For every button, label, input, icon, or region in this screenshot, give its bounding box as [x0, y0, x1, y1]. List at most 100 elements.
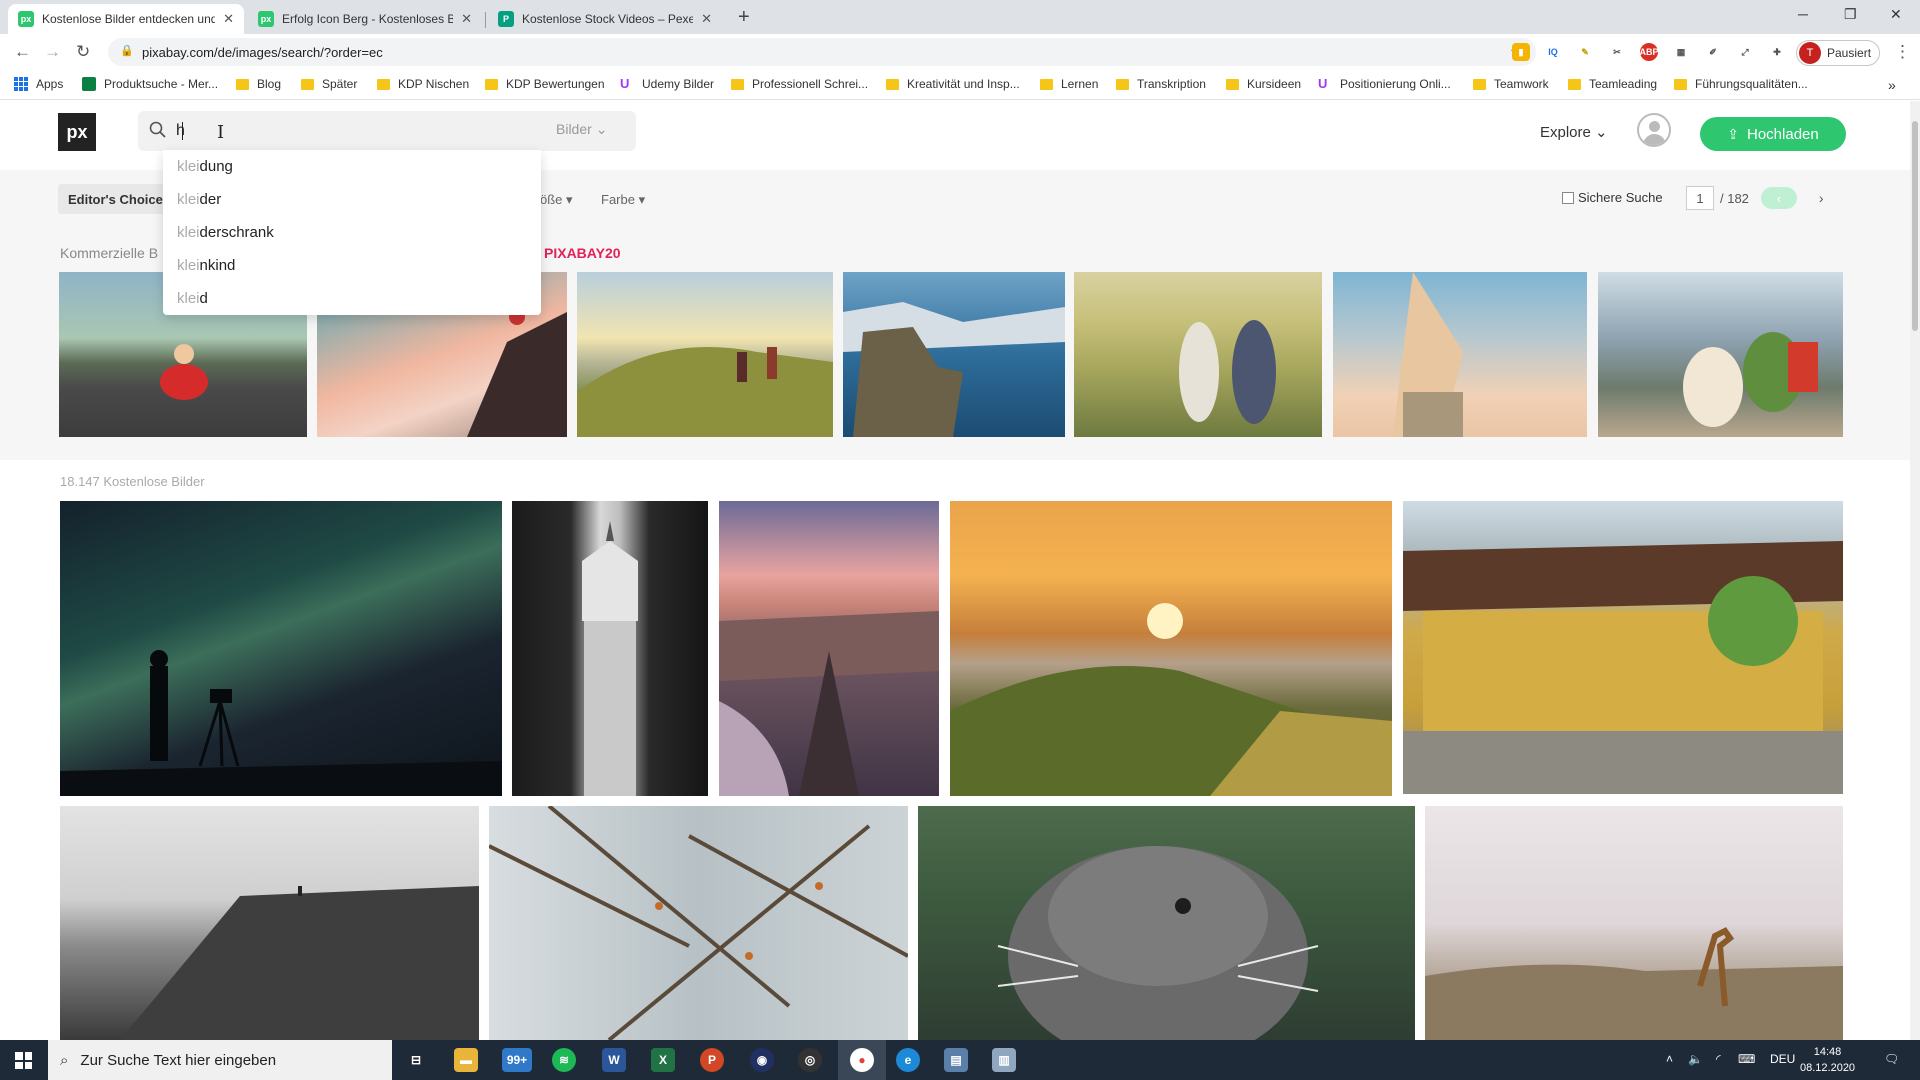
menu-icon[interactable]: ⋮: [1894, 42, 1911, 62]
adblock-icon[interactable]: ABP: [1640, 43, 1659, 61]
suggestion-item[interactable]: klei der: [163, 183, 541, 216]
page-scrollbar[interactable]: [1910, 101, 1920, 1040]
bookmark-blog[interactable]: Blog: [236, 77, 281, 91]
bookmark-kdp-nischen[interactable]: KDP Nischen: [377, 77, 469, 91]
taskbar-search[interactable]: ⌕ Zur Suche Text hier eingeben: [48, 1040, 392, 1080]
sponsored-photo[interactable]: [843, 272, 1065, 437]
restore-icon[interactable]: ❐: [1844, 6, 1857, 23]
obs-icon[interactable]: ◎: [798, 1048, 822, 1072]
coupon-code: PIXABAY20: [544, 245, 621, 261]
safe-search-toggle[interactable]: Sichere Suche: [1562, 190, 1663, 205]
app-icon[interactable]: ◉: [750, 1048, 774, 1072]
close-tab-icon[interactable]: ✕: [701, 11, 712, 27]
fullscreen-icon[interactable]: ⤢: [1736, 43, 1754, 61]
close-tab-icon[interactable]: ✕: [461, 11, 472, 27]
notifications-icon[interactable]: 🗨: [1884, 1052, 1899, 1066]
task-view-icon[interactable]: ⊟: [404, 1048, 428, 1072]
suggestion-item[interactable]: klei nkind: [163, 249, 541, 282]
sponsored-photo[interactable]: [1333, 272, 1587, 437]
user-avatar-icon[interactable]: [1637, 113, 1671, 147]
bookmark-udemy-bilder[interactable]: U Udemy Bilder: [620, 77, 714, 91]
extension-grid-icon[interactable]: ▦: [1672, 43, 1690, 61]
app-window-icon[interactable]: ▤: [944, 1048, 968, 1072]
result-photo[interactable]: [950, 501, 1392, 796]
extensions-puzzle-icon[interactable]: ✚: [1768, 43, 1786, 61]
tab-pixabay-search[interactable]: px Kostenlose Bilder entdecken und ✕: [8, 4, 244, 34]
upload-button[interactable]: ⇪ Hochladen: [1700, 117, 1846, 151]
minimize-icon[interactable]: ─: [1798, 6, 1808, 22]
eyedropper-icon[interactable]: ✐: [1704, 43, 1722, 61]
app-window-icon[interactable]: ▥: [992, 1048, 1016, 1072]
suggestion-item[interactable]: klei dung: [163, 150, 541, 183]
bookmark-teamwork[interactable]: Teamwork: [1473, 77, 1549, 91]
bookmark-kreativitaet[interactable]: Kreativität und Insp...: [886, 77, 1020, 91]
show-hidden-icons[interactable]: ˄: [1666, 1052, 1673, 1066]
size-filter[interactable]: öße ▾: [540, 192, 573, 208]
editors-choice-filter[interactable]: Editor's Choice: [58, 184, 173, 214]
extension-icon[interactable]: ▮: [1512, 43, 1530, 61]
extension-icon[interactable]: ✂: [1608, 43, 1626, 61]
language-indicator[interactable]: DEU: [1770, 1052, 1795, 1066]
bookmark-lernen[interactable]: Lernen: [1040, 77, 1098, 91]
bookmark-transkription[interactable]: Transkription: [1116, 77, 1206, 91]
word-icon[interactable]: W: [602, 1048, 626, 1072]
bookmark-spaeter[interactable]: Später: [301, 77, 357, 91]
result-photo[interactable]: [489, 806, 908, 1040]
result-photo[interactable]: [60, 806, 479, 1040]
system-clock[interactable]: 14:48 08.12.2020: [1800, 1044, 1855, 1076]
windows-start-icon[interactable]: [15, 1052, 32, 1069]
more-bookmarks-icon[interactable]: »: [1888, 77, 1896, 93]
result-photo[interactable]: [1403, 501, 1843, 794]
result-photo[interactable]: [60, 501, 502, 796]
suggestion-item[interactable]: klei d: [163, 282, 541, 315]
address-bar[interactable]: 🔒 pixabay.com/de/images/search/?order=ec…: [108, 38, 1536, 66]
page-input[interactable]: 1: [1686, 186, 1714, 210]
powerpoint-icon[interactable]: P: [700, 1048, 724, 1072]
previous-page-button[interactable]: ‹: [1760, 187, 1797, 209]
next-page-button[interactable]: ›: [1819, 190, 1824, 206]
forward-icon[interactable]: →: [44, 42, 61, 62]
close-tab-icon[interactable]: ✕: [223, 11, 234, 27]
spotify-icon[interactable]: ≋: [552, 1048, 576, 1072]
result-photo[interactable]: [512, 501, 708, 796]
safe-search-checkbox[interactable]: [1562, 191, 1574, 204]
extension-pen-icon[interactable]: ✎: [1576, 43, 1594, 61]
pixabay-logo[interactable]: px: [58, 113, 96, 151]
color-filter[interactable]: Farbe ▾: [601, 192, 645, 208]
bookmark-professionell[interactable]: Professionell Schrei...: [731, 77, 868, 91]
new-tab-button[interactable]: +: [738, 6, 750, 29]
edge-icon[interactable]: e: [896, 1048, 920, 1072]
bookmark-apps[interactable]: Apps: [14, 77, 63, 91]
tab-pexels-videos[interactable]: P Kostenlose Stock Videos – Pexels ✕: [488, 4, 722, 34]
wifi-icon[interactable]: ◜: [1716, 1052, 1721, 1066]
close-window-icon[interactable]: ✕: [1890, 6, 1902, 23]
sponsored-photo[interactable]: [577, 272, 833, 437]
sponsored-photo[interactable]: [1074, 272, 1322, 437]
keyboard-icon[interactable]: ⌨: [1738, 1052, 1755, 1066]
caret-down-icon: ▾: [634, 192, 646, 207]
reload-icon[interactable]: ↻: [76, 42, 90, 62]
bookmark-teamleading[interactable]: Teamleading: [1568, 77, 1657, 91]
mail-icon[interactable]: 99+: [502, 1048, 532, 1072]
result-photo[interactable]: [1425, 806, 1843, 1040]
suggestion-item[interactable]: klei derschrank: [163, 216, 541, 249]
sponsored-photo[interactable]: [1598, 272, 1843, 437]
bookmark-positionierung[interactable]: U Positionierung Onli...: [1318, 77, 1451, 91]
media-type-select[interactable]: Bilder ⌄: [556, 121, 607, 138]
back-icon[interactable]: ←: [14, 42, 31, 62]
explore-menu[interactable]: Explore ⌄: [1540, 123, 1608, 141]
file-explorer-icon[interactable]: ▬: [454, 1048, 478, 1072]
result-photo[interactable]: [918, 806, 1415, 1040]
extension-iq-icon[interactable]: IQ: [1544, 43, 1562, 61]
profile-button[interactable]: T Pausiert: [1796, 40, 1880, 66]
bookmark-kdp-bewertungen[interactable]: KDP Bewertungen: [485, 77, 605, 91]
tab-erfolg-icon[interactable]: px Erfolg Icon Berg - Kostenloses Bi ✕: [248, 4, 482, 34]
search-bar[interactable]: Bilder ⌄: [138, 111, 636, 151]
bookmark-kursideen[interactable]: Kursideen: [1226, 77, 1301, 91]
bookmark-fuehrungsqualitaeten[interactable]: Führungsqualitäten...: [1674, 77, 1808, 91]
chrome-icon[interactable]: ●: [850, 1048, 874, 1072]
bookmark-produktsuche[interactable]: Produktsuche - Mer...: [82, 77, 218, 91]
volume-icon[interactable]: 🔈: [1688, 1052, 1703, 1066]
excel-icon[interactable]: X: [651, 1048, 675, 1072]
result-photo[interactable]: [719, 501, 939, 796]
